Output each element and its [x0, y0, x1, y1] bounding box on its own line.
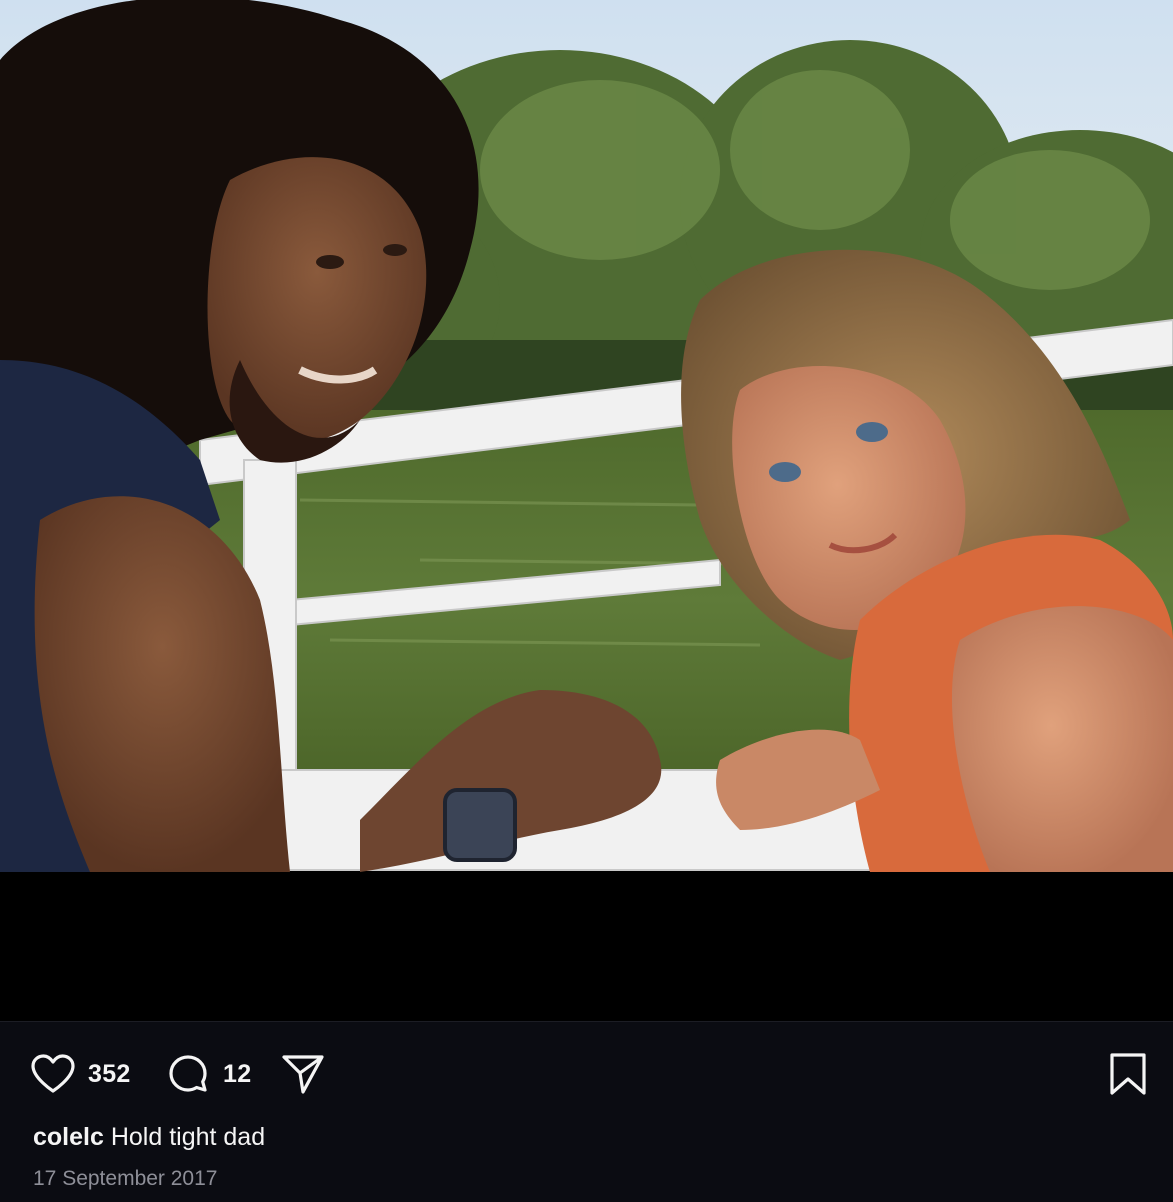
- share-button[interactable]: [280, 1046, 326, 1102]
- caption-text: Hold tight dad: [110, 1123, 266, 1151]
- speech-bubble-icon: [167, 1053, 209, 1095]
- post-date: 17 September 2017: [33, 1167, 218, 1190]
- post-caption: colelc Hold tight dad: [33, 1120, 265, 1154]
- caption-username[interactable]: colelc: [33, 1123, 104, 1151]
- like-button[interactable]: 352: [30, 1046, 131, 1102]
- heart-icon: [30, 1053, 76, 1095]
- post: 352 12 colelc Hold tight dad 17 Septembe…: [0, 0, 1173, 1202]
- comment-count: 12: [223, 1059, 252, 1088]
- bookmark-icon: [1109, 1052, 1147, 1096]
- comment-button[interactable]: 12: [167, 1046, 251, 1102]
- save-button[interactable]: [1109, 1046, 1147, 1102]
- like-count: 352: [88, 1059, 131, 1088]
- post-actions: 352 12: [0, 1046, 1173, 1102]
- post-media[interactable]: [0, 0, 1173, 1022]
- post-photo[interactable]: [0, 0, 1173, 872]
- paper-plane-icon: [280, 1052, 326, 1096]
